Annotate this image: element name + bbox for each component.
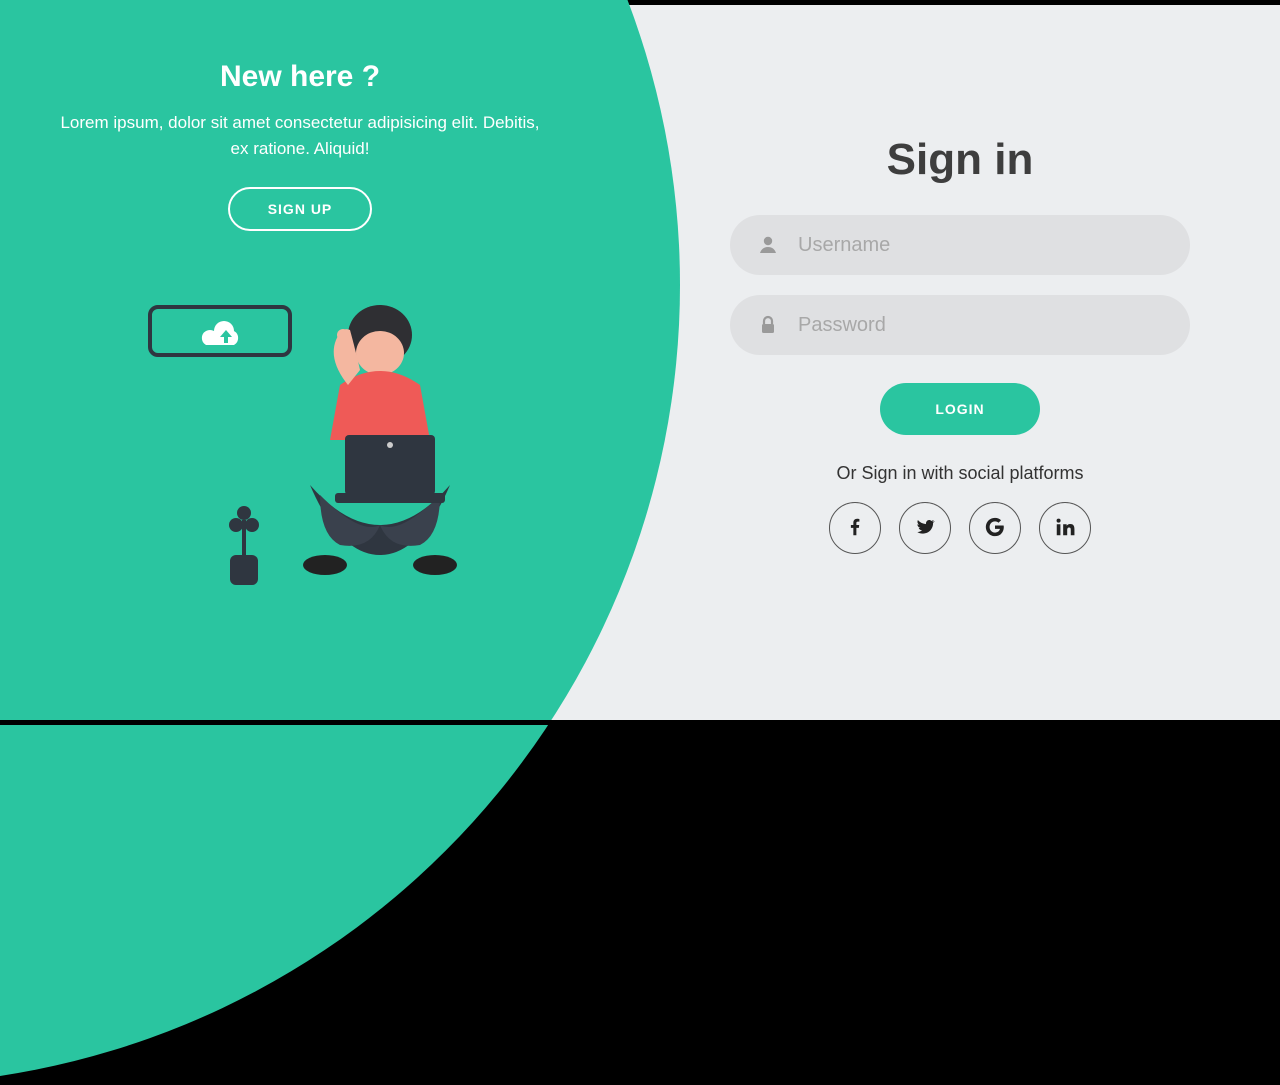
password-field-wrap[interactable] (730, 295, 1190, 355)
signup-button[interactable]: SIGN UP (228, 187, 373, 231)
login-button[interactable]: LOGIN (880, 383, 1039, 435)
twitter-button[interactable] (899, 502, 951, 554)
social-label: Or Sign in with social platforms (730, 463, 1190, 484)
google-icon (984, 516, 1006, 541)
password-input[interactable] (798, 314, 1164, 337)
twitter-icon (914, 516, 936, 541)
google-button[interactable] (969, 502, 1021, 554)
facebook-icon (844, 516, 866, 541)
username-input[interactable] (798, 234, 1164, 257)
promo-heading: New here ? (60, 60, 540, 94)
linkedin-button[interactable] (1039, 502, 1091, 554)
linkedin-icon (1054, 516, 1076, 541)
signin-form: Sign in LOGIN Or Sign in with social pla… (730, 135, 1190, 554)
promo-illustration (130, 285, 510, 615)
promo-panel: New here ? Lorem ipsum, dolor sit amet c… (60, 60, 540, 231)
facebook-button[interactable] (829, 502, 881, 554)
letterbox-bottom (0, 720, 1280, 725)
lock-icon (756, 313, 780, 337)
user-icon (756, 233, 780, 257)
promo-body: Lorem ipsum, dolor sit amet consectetur … (60, 110, 540, 163)
username-field-wrap[interactable] (730, 215, 1190, 275)
social-buttons-row (730, 502, 1190, 554)
form-title: Sign in (730, 135, 1190, 185)
